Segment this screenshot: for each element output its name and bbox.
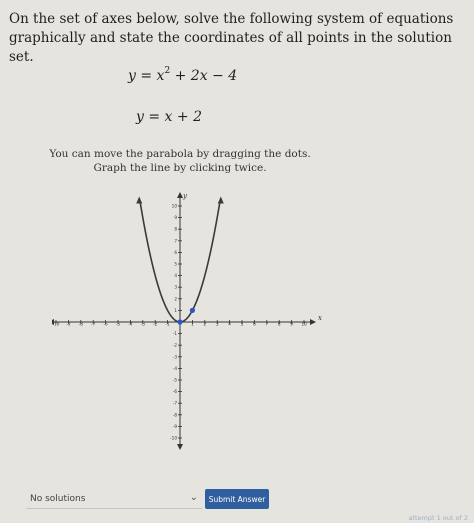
y-tick-label: -10 [170, 436, 177, 441]
coordinate-grid[interactable]: x y -10 -9 -8 -7 -6 -5 -4 -3 -2 -1 1 2 3 4 5 6 7 8 9 10 10 9 8 7 6… [52, 183, 322, 453]
y-tick-label: -2 [173, 343, 178, 348]
y-tick-label: -1 [173, 331, 178, 336]
x-tick-label: 7 [265, 322, 268, 327]
y-tick-label: 4 [174, 273, 177, 278]
x-axis-arrow-right-icon [310, 319, 316, 325]
x-axis-label: x [318, 314, 322, 322]
x-tick-label: 3 [216, 322, 219, 327]
submit-answer-button[interactable]: Submit Answer [205, 489, 269, 509]
x-tick-label: -4 [128, 322, 133, 327]
y-tick-label: 7 [174, 238, 177, 243]
y-axis-label: y [182, 192, 188, 200]
solution-select[interactable]: No solutions ⌄ [26, 490, 202, 509]
x-tick-label: 10 [301, 322, 307, 327]
x-tick-label: 6 [253, 322, 256, 327]
y-tick-label: -5 [173, 378, 178, 383]
y-tick-label: -8 [173, 412, 178, 417]
y-axis-arrow-down-icon [177, 444, 183, 450]
x-tick-label: -3 [141, 322, 146, 327]
attempt-counter: attempt 1 out of 2 [408, 514, 468, 522]
y-tick-label: 8 [174, 227, 177, 232]
y-tick-label: 5 [174, 262, 177, 267]
x-tick-label: -2 [153, 322, 158, 327]
x-tick-label: -7 [91, 322, 96, 327]
solution-select-value: No solutions [30, 494, 86, 504]
vertex-handle[interactable] [177, 319, 183, 325]
y-tick-label: -6 [173, 389, 178, 394]
x-tick-label: 4 [228, 322, 231, 327]
instruction-drag: You can move the parabola by dragging th… [49, 148, 311, 160]
y-tick-label: 1 [174, 308, 177, 313]
x-tick-label: 9 [290, 322, 293, 327]
equation-2: y = x + 2 [136, 109, 202, 125]
x-tick-label: -8 [79, 322, 84, 327]
x-tick-label: 1 [191, 322, 194, 327]
y-tick-label: 6 [174, 250, 177, 255]
prompt-text: On the set of axes below, solve the foll… [9, 11, 454, 65]
equation-1: y = x2 + 2x − 4 [0, 66, 474, 84]
x-tick-label: -1 [166, 322, 171, 327]
y-tick-label: -4 [173, 366, 178, 371]
equation-1-lhs: y = x [128, 68, 165, 84]
chevron-down-icon: ⌄ [189, 492, 198, 503]
x-tick-label: 5 [241, 322, 244, 327]
parabola-arrow-left-icon [136, 196, 143, 204]
y-tick-label: -9 [173, 424, 178, 429]
x-tick-label: 2 [203, 322, 206, 327]
y-tick-label: 9 [174, 215, 177, 220]
answer-bar: No solutions ⌄ Submit Answer attempt 1 o… [0, 478, 474, 523]
y-tick-label: -3 [173, 354, 178, 359]
x-tick-label: 8 [278, 322, 281, 327]
instruction-click: Graph the line by clicking twice. [93, 162, 267, 174]
x-tick-label: -10 [53, 322, 60, 327]
y-tick-label: 3 [174, 285, 177, 290]
y-tick-label: 10 [172, 204, 178, 209]
x-tick-label: -5 [116, 322, 121, 327]
equation-1-rhs: + 2x − 4 [170, 68, 238, 84]
x-tick-label: -6 [104, 322, 109, 327]
point-handle[interactable] [189, 307, 195, 313]
parabola-arrow-right-icon [217, 196, 224, 204]
y-tick-label: 2 [174, 296, 177, 301]
x-tick-label: -9 [66, 322, 71, 327]
y-tick-label: -7 [173, 401, 178, 406]
